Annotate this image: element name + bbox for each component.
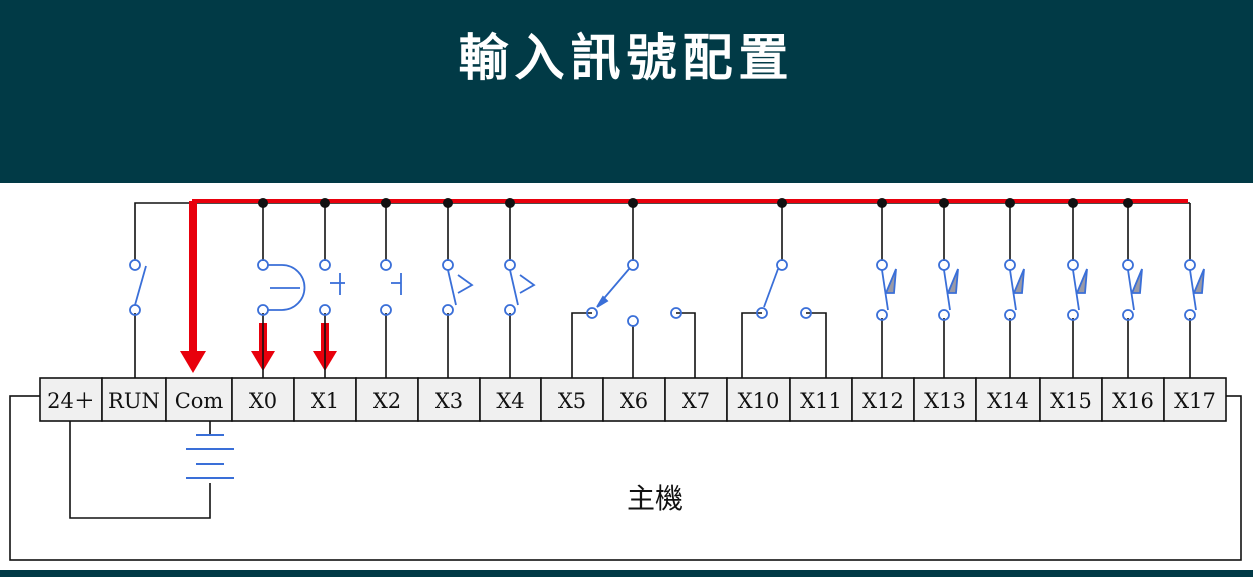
wiring-diagram: 24＋ RUN Com X0 X1 X2 X3 X4 X5 X6 X7 X10 X11 X12 X13 X14… xyxy=(9,198,1242,561)
terminal-label: X0 xyxy=(249,389,277,413)
current-flow-arrow-icon xyxy=(180,351,206,373)
terminal-label: X7 xyxy=(682,389,710,413)
contacts xyxy=(129,259,1205,327)
highlight-common-line xyxy=(180,199,1188,373)
branch-wires xyxy=(262,203,1191,378)
rotary-selector-icon xyxy=(586,259,682,327)
foot-switch-icon xyxy=(504,259,536,316)
common-bus xyxy=(134,202,1190,378)
terminal-label: X13 xyxy=(924,389,966,413)
proximity-sensor-icon xyxy=(938,259,959,321)
title-banner: 輸入訊號配置 xyxy=(0,0,1253,183)
terminal-label: RUN xyxy=(108,389,160,413)
proximity-sensor-icon xyxy=(1004,259,1025,321)
bottom-bar xyxy=(0,570,1253,577)
terminal-label: X16 xyxy=(1112,389,1154,413)
proximity-sensor-icon xyxy=(1067,259,1088,321)
terminal-label: X2 xyxy=(373,389,401,413)
terminal-strip: 24＋ RUN Com X0 X1 X2 X3 X4 X5 X6 X7 X10 X11 X12 X13 X14… xyxy=(39,377,1227,422)
push-button-icon xyxy=(319,259,345,316)
terminal-label: 24＋ xyxy=(47,389,95,413)
terminal-label: X17 xyxy=(1174,389,1216,413)
terminal-label: X10 xyxy=(738,389,780,413)
battery-icon xyxy=(186,434,234,479)
toggle-switch-icon xyxy=(129,259,147,316)
terminal-label: X6 xyxy=(620,389,648,413)
proximity-sensor-icon xyxy=(1122,259,1143,321)
terminal-label: X5 xyxy=(558,389,586,413)
proximity-sensor-icon xyxy=(1184,259,1205,321)
foot-switch-icon xyxy=(442,259,474,316)
push-button-icon xyxy=(380,259,402,316)
power-loop xyxy=(69,421,211,519)
page-title: 輸入訊號配置 xyxy=(458,29,795,87)
terminal-label: X4 xyxy=(496,389,524,413)
terminal-label: X3 xyxy=(435,389,463,413)
toggle-switch-icon xyxy=(756,259,812,319)
terminal-label: X11 xyxy=(800,389,842,413)
terminal-label: X14 xyxy=(987,389,1029,413)
terminal-label: Com xyxy=(175,389,224,413)
host-label: 主機 xyxy=(627,482,683,515)
terminal-label: X15 xyxy=(1050,389,1092,413)
limit-switch-icon xyxy=(257,259,306,316)
proximity-sensor-icon xyxy=(876,259,897,321)
terminal-label: X1 xyxy=(311,389,339,413)
terminal-label: X12 xyxy=(862,389,904,413)
